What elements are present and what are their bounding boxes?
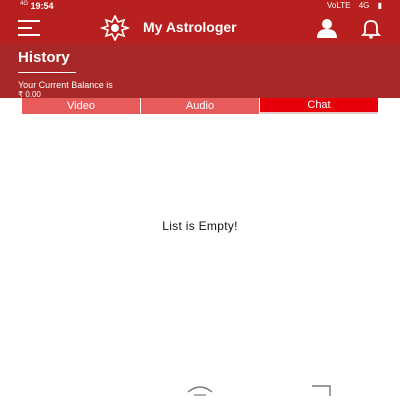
- volte-indicator: VoLTE: [327, 1, 351, 10]
- status-time: 19:54: [30, 1, 54, 11]
- history-tabs: Video Audio Chat: [22, 98, 378, 114]
- astrology-logo-icon: [100, 15, 130, 41]
- home-nav-icon[interactable]: [186, 384, 214, 398]
- tab-video[interactable]: Video: [22, 98, 141, 114]
- battery-icon: ▮: [377, 1, 382, 10]
- balance-label: Your Current Balance is: [18, 80, 113, 90]
- page-title: History: [18, 49, 70, 66]
- menu-icon[interactable]: [18, 20, 40, 36]
- network-indicator: 4G: [358, 1, 370, 10]
- app-title: My Astrologer: [143, 19, 237, 35]
- profile-icon[interactable]: [316, 18, 338, 38]
- signal-indicator: 4G: [20, 1, 29, 7]
- back-nav-icon[interactable]: [310, 384, 332, 398]
- status-bar: 4G 19:54 VoLTE 4G ▮: [0, 0, 400, 12]
- history-section: History Your Current Balance is ₹ 0.00: [0, 44, 400, 99]
- title-underline: [18, 72, 76, 73]
- status-left: 4G 19:54: [20, 1, 54, 11]
- tab-chat[interactable]: Chat: [260, 98, 378, 114]
- app-bar: My Astrologer: [0, 12, 400, 44]
- empty-message: List is Empty!: [162, 219, 238, 233]
- bell-icon[interactable]: [360, 17, 382, 39]
- status-right: VoLTE 4G ▮: [321, 1, 382, 10]
- tab-audio[interactable]: Audio: [141, 98, 260, 114]
